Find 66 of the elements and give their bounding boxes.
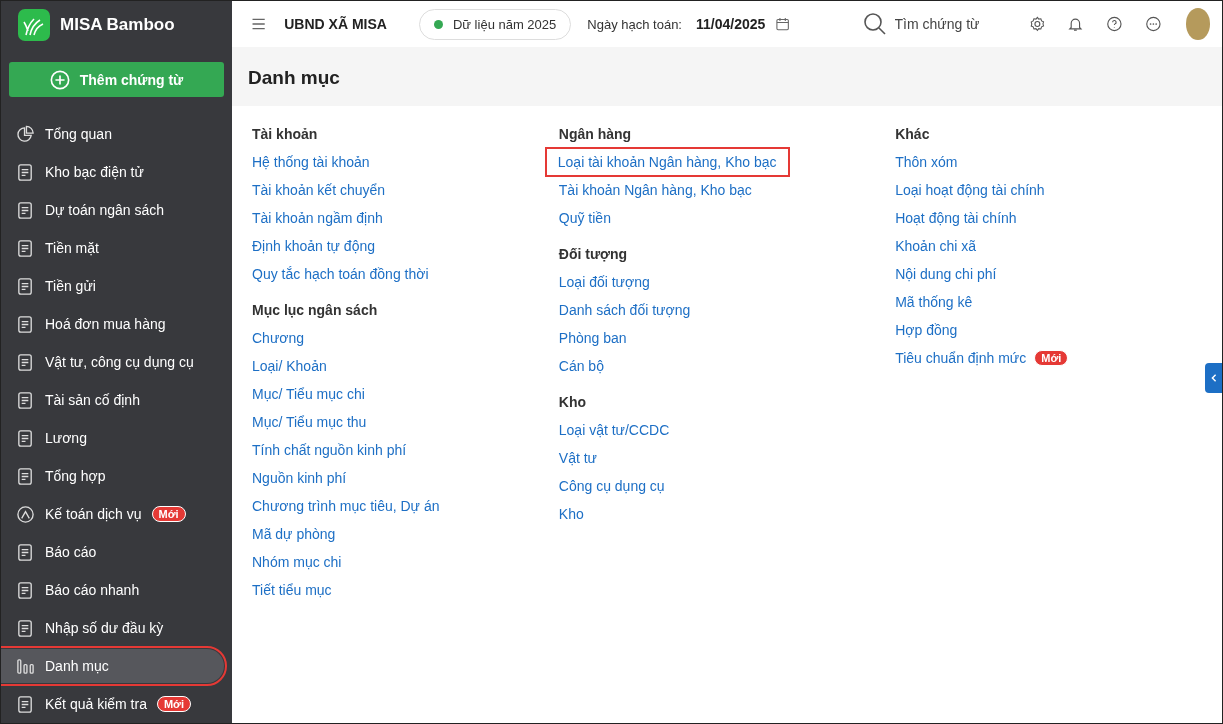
catalog-link[interactable]: Nhóm mục chi <box>252 550 342 574</box>
catalog-link[interactable]: Cán bộ <box>558 354 604 378</box>
catalog-link[interactable]: Phòng ban <box>558 326 627 350</box>
posting-date-label: Ngày hạch toán: <box>587 16 682 32</box>
sidebar-item[interactable]: Dự toán ngân sách <box>1 193 224 227</box>
catalog-link[interactable]: Thôn xóm <box>895 150 958 174</box>
catalog-link[interactable]: Mục/ Tiểu mục thu <box>252 410 367 434</box>
catalog-link[interactable]: Loại tài khoản Ngân hàng, Kho bạc <box>547 150 787 174</box>
app-name: MISA Bamboo <box>60 15 175 35</box>
sidebar-item[interactable]: Báo cáo <box>1 535 224 569</box>
catalog-link[interactable]: Chương <box>252 326 305 350</box>
sidebar-item[interactable]: Hoá đơn mua hàng <box>1 307 224 341</box>
catalog-link[interactable]: Mục/ Tiểu mục chi <box>252 382 365 406</box>
catalog-link[interactable]: Tiết tiểu mục <box>252 578 332 602</box>
sidebar-item[interactable]: Báo cáo nhanh <box>1 573 224 607</box>
catalog-link[interactable]: Loại hoạt động tài chính <box>895 178 1045 202</box>
catalog-link[interactable]: Công cụ dụng cụ <box>558 474 665 498</box>
group-heading: Mục lục ngân sách <box>252 301 379 320</box>
catalog-link[interactable]: Mã dự phòng <box>252 522 336 546</box>
sidebar-item[interactable]: Lương <box>1 421 224 455</box>
sidebar-item[interactable]: Tổng hợp <box>1 459 224 493</box>
catalog-link[interactable]: Quy tắc hạch toán đồng thời <box>252 262 429 286</box>
catalog-link[interactable]: Nội dung chi phí <box>895 262 997 286</box>
sidebar-item[interactable]: Vật tư, công cụ dụng cụ <box>1 345 224 379</box>
sidebar-item[interactable]: Tài sản cố định <box>1 383 224 417</box>
group-heading: Đối tượng <box>558 245 629 264</box>
catalog-link[interactable]: Quỹ tiền <box>558 206 611 230</box>
sidebar-item[interactable]: Tiền mặt <box>1 231 224 265</box>
catalog-link[interactable]: Tài khoản kết chuyển <box>252 178 386 202</box>
catalog-link[interactable]: Tài khoản ngầm định <box>252 206 383 230</box>
group-heading: Tài khoản <box>252 125 319 144</box>
catalog-link[interactable]: Khoản chi xã <box>895 234 977 258</box>
posting-date: 11/04/2025 <box>696 16 766 32</box>
catalog-link[interactable]: Vật tư <box>558 446 597 470</box>
sidebar-item[interactable]: Kế toán dịch vụ Mới <box>1 497 224 531</box>
group-heading: Khác <box>895 125 931 144</box>
new-badge: Mới <box>156 696 191 712</box>
sidebar-item[interactable]: Tổng quan <box>1 117 224 151</box>
catalog-link[interactable]: Hoạt động tài chính <box>895 206 1017 230</box>
page-title: Danh mục <box>247 66 341 90</box>
new-badge: Mới <box>1034 350 1069 366</box>
sidebar-item[interactable]: Kho bạc điện tử <box>1 155 224 189</box>
catalog-link[interactable]: Tài khoản Ngân hàng, Kho bạc <box>558 178 752 202</box>
group-heading: Ngân hàng <box>558 125 633 144</box>
sidebar-item[interactable]: Tiền gửi <box>1 269 224 303</box>
catalog-link[interactable]: Chương trình mục tiêu, Dự án <box>252 494 440 518</box>
catalog-link[interactable]: Tiêu chuẩn định mức <box>895 346 1027 370</box>
catalog-link[interactable]: Loại/ Khoản <box>252 354 327 378</box>
catalog-link[interactable]: Tính chất nguồn kinh phí <box>252 438 407 462</box>
catalog-link[interactable]: Nguồn kinh phí <box>252 466 347 490</box>
catalog-link[interactable]: Loại đối tượng <box>558 270 650 294</box>
data-year-button[interactable]: Dữ liệu năm 2025 <box>418 8 572 40</box>
catalog-link[interactable]: Loại vật tư/CCDC <box>558 418 670 442</box>
add-document-button[interactable]: Thêm chứng từ <box>9 62 224 97</box>
new-badge: Mới <box>151 506 186 522</box>
catalog-link[interactable]: Kho <box>558 502 584 526</box>
catalog-link[interactable]: Hệ thống tài khoản <box>252 150 370 174</box>
catalog-link[interactable]: Định khoản tự động <box>252 234 375 258</box>
organization-name: UBND XÃ MISA <box>284 16 387 32</box>
sidebar-item[interactable]: Nhập số dư đầu kỳ <box>1 611 224 645</box>
catalog-link[interactable]: Danh sách đối tượng <box>558 298 691 322</box>
catalog-link[interactable]: Mã thống kê <box>895 290 973 314</box>
catalog-link[interactable]: Hợp đồng <box>895 318 958 342</box>
sidebar-item[interactable]: Danh mục <box>1 649 224 683</box>
sidebar-item[interactable]: Kết quả kiểm tra Mới <box>1 687 224 721</box>
group-heading: Kho <box>558 393 587 412</box>
